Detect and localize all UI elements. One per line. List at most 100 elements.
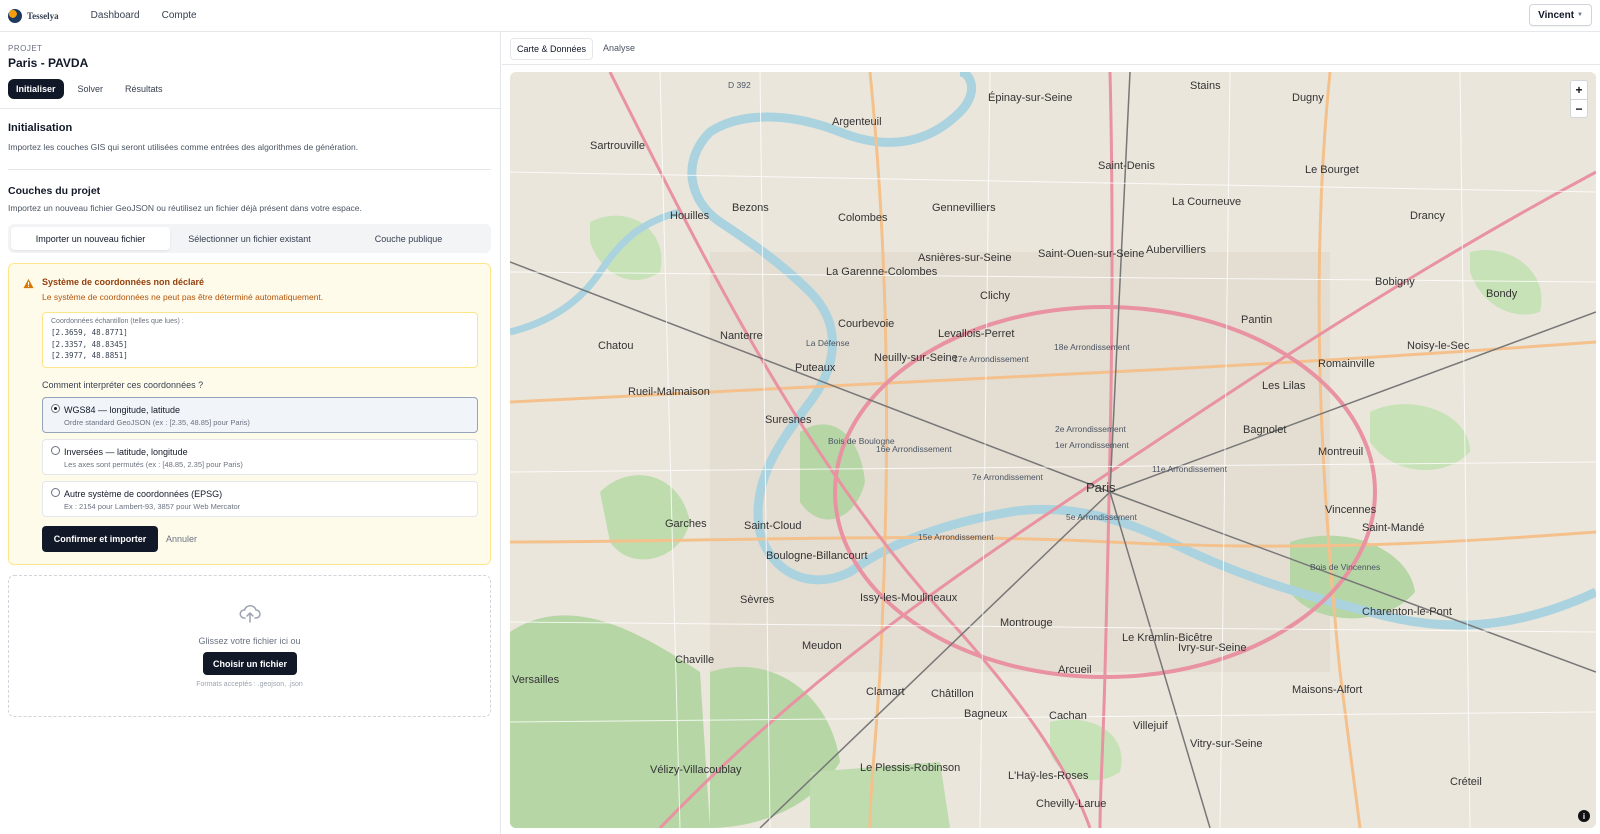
tab-select-existing[interactable]: Sélectionner un fichier existant [170, 227, 329, 250]
cancel-button[interactable]: Annuler [166, 534, 197, 544]
radio[interactable] [51, 488, 60, 497]
map-label: Paris [1086, 480, 1116, 495]
map-label: Cachan [1049, 710, 1087, 722]
info-icon[interactable]: i [1578, 810, 1590, 822]
right-panel: Carte & Données Analyse Paris Saint-Deni… [502, 32, 1600, 834]
sample-label: Coordonnées échantillon (telles que lues… [51, 318, 184, 325]
map-label: Bois de Boulogne [828, 436, 895, 446]
tab-map-data[interactable]: Carte & Données [510, 38, 594, 60]
right-tabs: Carte & Données Analyse [510, 38, 641, 60]
map-label: Romainville [1318, 358, 1375, 370]
crs-option-wgs84[interactable]: WGS84 — longitude, latitude Ordre standa… [42, 397, 478, 433]
choose-file-button[interactable]: Choisir un fichier [203, 652, 297, 675]
sample-coordinate: [2.3659, 48.8771] [51, 328, 128, 337]
map-label: Vélizy-Villacoublay [650, 764, 742, 776]
map-label: Villejuif [1133, 720, 1168, 732]
map-label: Vincennes [1325, 504, 1377, 516]
left-panel: PROJET Paris - PAVDA Initialiser Solver … [0, 32, 501, 834]
map-label: Neuilly-sur-Seine [874, 352, 958, 364]
map-label: Gennevilliers [932, 202, 996, 214]
map-label: Maisons-Alfort [1292, 684, 1363, 696]
map-label: Bondy [1486, 288, 1518, 300]
layer-source-tabs: Importer un nouveau fichier Sélectionner… [8, 224, 491, 253]
user-menu-button[interactable]: Vincent ▼ [1529, 4, 1592, 26]
brand[interactable]: Tesselya [8, 8, 59, 23]
option-title: Inversées — latitude, longitude [64, 447, 188, 457]
map-label: Chatou [598, 340, 634, 352]
map-label: 18e Arrondissement [1054, 342, 1130, 352]
map-label: Pantin [1241, 314, 1273, 326]
map-label: Charenton-le-Pont [1362, 606, 1452, 618]
crs-option-epsg[interactable]: Autre système de coordonnées (EPSG) Ex :… [42, 481, 478, 517]
project-title: Paris - PAVDA [8, 56, 89, 70]
divider [0, 108, 501, 109]
zoom-controls: + − [1570, 80, 1588, 118]
tab-public-layer[interactable]: Couche publique [329, 227, 488, 250]
crs-option-inverted[interactable]: Inversées — latitude, longitude Les axes… [42, 439, 478, 475]
map-label: Aubervilliers [1146, 244, 1206, 256]
map-label: 17e Arrondissement [953, 354, 1029, 364]
zoom-in-button[interactable]: + [1571, 81, 1587, 99]
tab-import-new[interactable]: Importer un nouveau fichier [11, 227, 170, 250]
step-solver[interactable]: Solver [70, 79, 112, 99]
zoom-out-button[interactable]: − [1571, 99, 1587, 117]
map-label: Montrouge [1000, 617, 1053, 629]
option-title: Autre système de coordonnées (EPSG) [64, 489, 223, 499]
map-label: 11e Arrondissement [1152, 464, 1227, 474]
section-title: Initialisation [8, 122, 73, 134]
map-label: Colombes [838, 212, 888, 224]
project-label: PROJET [8, 44, 43, 53]
accepted-formats: Formats acceptés : .geojson, .json [196, 681, 303, 688]
map-label: Châtillon [931, 688, 974, 700]
dropzone-text: Glissez votre fichier ici ou [198, 636, 301, 646]
map-label: Saint-Mandé [1362, 522, 1425, 534]
map-label: Saint-Cloud [744, 520, 802, 532]
step-resultats[interactable]: Résultats [117, 79, 171, 99]
map-label: Dugny [1292, 92, 1324, 104]
map-view[interactable]: Paris Saint-Denis Argenteuil Colombes Na… [510, 72, 1596, 828]
user-name: Vincent [1538, 9, 1575, 21]
nav-dashboard[interactable]: Dashboard [91, 10, 140, 21]
map-label: La Garenne-Colombes [826, 266, 938, 278]
divider [8, 169, 491, 170]
map-label: Bagnolet [1243, 424, 1287, 436]
nav-account[interactable]: Compte [162, 10, 197, 21]
map-label: Sartrouville [590, 140, 646, 152]
crs-warning-panel: Système de coordonnées non déclaré Le sy… [8, 263, 491, 565]
radio-selected[interactable] [51, 404, 60, 413]
map-label: 1er Arrondissement [1055, 440, 1129, 450]
map-label: Saint-Ouen-sur-Seine [1038, 248, 1145, 260]
top-bar: Tesselya Dashboard Compte Vincent ▼ [0, 0, 1600, 32]
map-label: Arcueil [1058, 664, 1092, 676]
map-label: Argenteuil [832, 116, 882, 128]
map-label: La Courneuve [1172, 196, 1242, 208]
map-label: Bagneux [964, 708, 1008, 720]
option-title: WGS84 — longitude, latitude [64, 405, 181, 415]
file-dropzone[interactable]: Glissez votre fichier ici ou Choisir un … [8, 575, 491, 717]
warning-description: Le système de coordonnées ne peut pas êt… [42, 292, 324, 302]
map-label: Épinay-sur-Seine [988, 92, 1073, 104]
map-label: L'Haÿ-les-Roses [1008, 770, 1089, 782]
map-label: Le Kremlin-Bicêtre [1122, 632, 1213, 644]
map-label: La Défense [806, 338, 850, 348]
warning-icon [23, 278, 34, 289]
step-tabs: Initialiser Solver Résultats [8, 79, 171, 99]
map-label: Chaville [675, 654, 715, 666]
tab-analysis[interactable]: Analyse [597, 38, 641, 60]
brand-name: Tesselya [27, 10, 59, 21]
section-description: Importez les couches GIS qui seront util… [8, 142, 359, 152]
map-label: Meudon [802, 640, 842, 652]
crs-question: Comment interpréter ces coordonnées ? [42, 380, 204, 390]
map-label: Le Bourget [1305, 164, 1359, 176]
layers-title: Couches du projet [8, 185, 101, 197]
map-label: 2e Arrondissement [1055, 424, 1126, 434]
sample-coordinate: [2.3977, 48.8851] [51, 351, 128, 360]
map-label: Versailles [512, 674, 560, 686]
confirm-import-button[interactable]: Confirmer et importer [42, 526, 158, 552]
map-label: Boulogne-Billancourt [766, 550, 868, 562]
step-initialiser[interactable]: Initialiser [8, 79, 64, 99]
map-label: Noisy-le-Sec [1407, 340, 1470, 352]
chevron-down-icon: ▼ [1577, 12, 1583, 18]
map-label: Saint-Denis [1098, 160, 1155, 172]
radio[interactable] [51, 446, 60, 455]
